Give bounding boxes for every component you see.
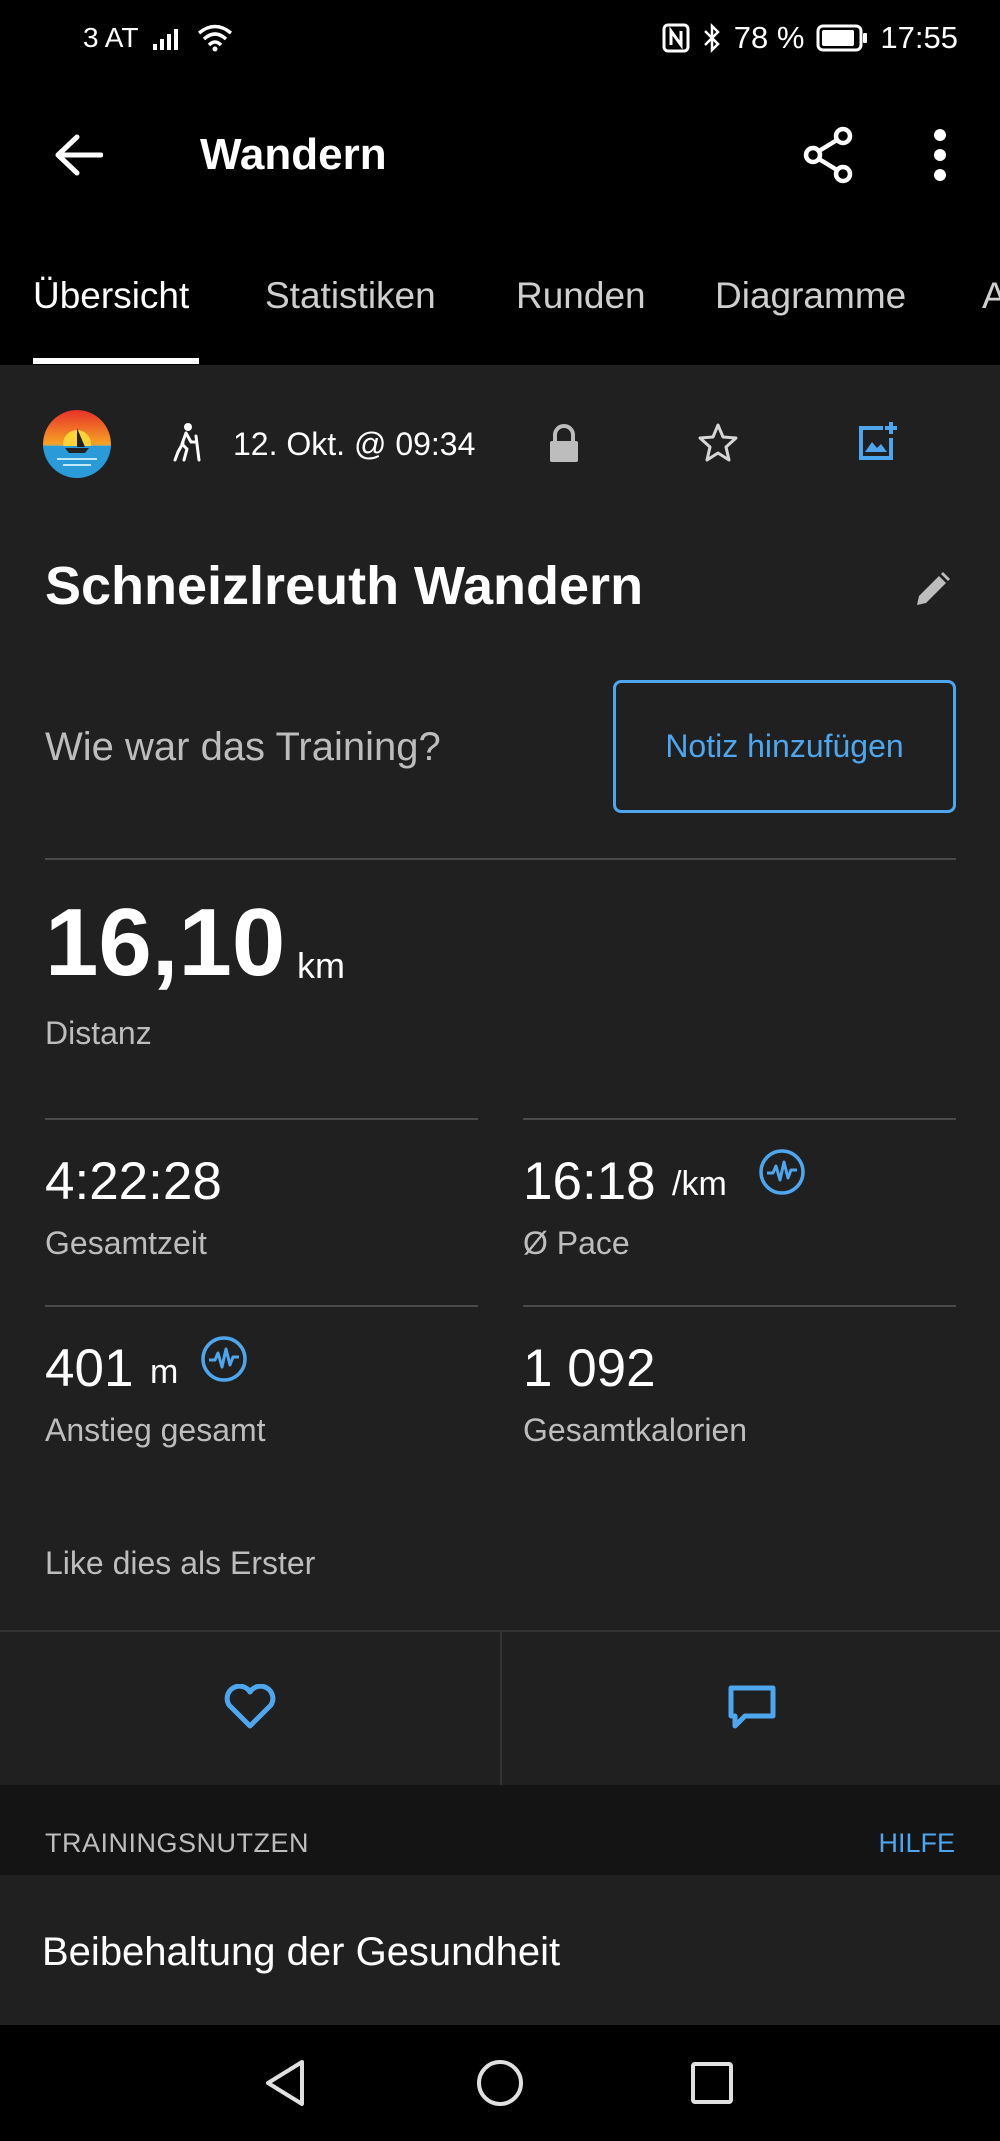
wifi-icon bbox=[197, 24, 233, 52]
training-benefit-row[interactable]: Beibehaltung der Gesundheit bbox=[0, 1875, 1000, 2025]
avatar[interactable] bbox=[43, 410, 111, 478]
square-recents-icon bbox=[689, 2060, 735, 2111]
pace-label: Ø Pace bbox=[523, 1225, 630, 1261]
pace-unit: /km bbox=[672, 1165, 727, 1203]
triangle-back-icon bbox=[262, 2058, 308, 2113]
app-bar: Wandern bbox=[0, 80, 1000, 230]
add-photo-icon[interactable] bbox=[855, 420, 899, 469]
nav-recents-button[interactable] bbox=[677, 2050, 747, 2120]
more-options-button[interactable] bbox=[905, 120, 975, 195]
social-action-bar bbox=[0, 1630, 1000, 1787]
nfc-icon bbox=[662, 23, 690, 53]
add-note-button[interactable]: Notiz hinzufügen bbox=[613, 680, 956, 813]
activity-meta-row: 12. Okt. @ 09:34 bbox=[0, 410, 1000, 480]
clock: 17:55 bbox=[880, 20, 958, 55]
distance-label: Distanz bbox=[45, 1015, 152, 1051]
active-tab-indicator bbox=[33, 358, 199, 364]
bluetooth-icon bbox=[702, 22, 722, 54]
share-icon bbox=[801, 126, 855, 189]
total-time-value: 4:22:28 bbox=[45, 1152, 222, 1211]
star-icon[interactable] bbox=[698, 422, 738, 467]
divider bbox=[45, 858, 956, 860]
ascent-unit: m bbox=[150, 1353, 179, 1391]
activity-card: 12. Okt. @ 09:34 Schneizlreuth Wandern W… bbox=[0, 365, 1000, 1630]
battery-percent: 78 % bbox=[733, 20, 805, 55]
carrier-label: 3 AT bbox=[83, 22, 139, 53]
distance-value: 16,10 bbox=[45, 889, 286, 996]
heart-rate-sensor-icon bbox=[758, 1148, 806, 1201]
page-title: Wandern bbox=[200, 130, 387, 179]
tab-truncated[interactable]: A bbox=[982, 275, 1000, 317]
heart-rate-sensor-icon bbox=[200, 1335, 248, 1388]
training-feedback-question: Wie war das Training? bbox=[45, 725, 441, 769]
comment-icon bbox=[727, 1684, 777, 1735]
divider bbox=[45, 1305, 478, 1307]
status-bar: 3 AT 78 % 17:55 bbox=[0, 0, 1000, 80]
divider bbox=[523, 1118, 956, 1120]
like-button[interactable] bbox=[0, 1632, 500, 1787]
tab-overview[interactable]: Übersicht bbox=[33, 275, 189, 317]
calories-value: 1 092 bbox=[523, 1339, 656, 1398]
tab-charts[interactable]: Diagramme bbox=[715, 275, 906, 317]
help-link[interactable]: HILFE bbox=[878, 1828, 955, 1859]
back-button[interactable] bbox=[40, 120, 115, 195]
comment-button[interactable] bbox=[502, 1632, 1000, 1787]
hiking-icon bbox=[172, 422, 202, 467]
edit-icon[interactable] bbox=[912, 570, 952, 615]
like-prompt: Like dies als Erster bbox=[45, 1545, 316, 1581]
share-button[interactable] bbox=[790, 120, 865, 195]
signal-icon bbox=[152, 26, 183, 50]
tab-statistics[interactable]: Statistiken bbox=[265, 275, 436, 317]
total-time-label: Gesamtzeit bbox=[45, 1225, 207, 1261]
status-right: 78 % 17:55 bbox=[662, 20, 958, 56]
activity-date: 12. Okt. @ 09:34 bbox=[233, 426, 476, 462]
heart-icon bbox=[223, 1683, 277, 1735]
battery-icon bbox=[816, 24, 868, 52]
nav-back-button[interactable] bbox=[250, 2050, 320, 2120]
section-title: TRAININGSNUTZEN bbox=[45, 1828, 309, 1858]
tab-bar: Übersicht Statistiken Runden Diagramme A bbox=[0, 230, 1000, 365]
training-benefit-value: Beibehaltung der Gesundheit bbox=[42, 1930, 561, 1974]
pace-value: 16:18 bbox=[523, 1152, 656, 1211]
nav-home-button[interactable] bbox=[465, 2050, 535, 2120]
more-vert-icon bbox=[933, 128, 947, 187]
circle-home-icon bbox=[475, 2058, 525, 2113]
ascent-value: 401 bbox=[45, 1339, 134, 1398]
training-benefit-header: TRAININGSNUTZEN HILFE bbox=[0, 1785, 1000, 1875]
status-left: 3 AT bbox=[83, 22, 233, 54]
calories-label: Gesamtkalorien bbox=[523, 1412, 748, 1448]
distance-unit: km bbox=[297, 945, 345, 986]
divider bbox=[45, 1118, 478, 1120]
back-arrow-icon bbox=[53, 133, 103, 182]
system-nav-bar bbox=[0, 2025, 1000, 2141]
divider bbox=[523, 1305, 956, 1307]
tab-laps[interactable]: Runden bbox=[516, 275, 646, 317]
ascent-label: Anstieg gesamt bbox=[45, 1412, 266, 1448]
lock-icon[interactable] bbox=[547, 424, 581, 469]
activity-title: Schneizlreuth Wandern bbox=[45, 556, 644, 616]
